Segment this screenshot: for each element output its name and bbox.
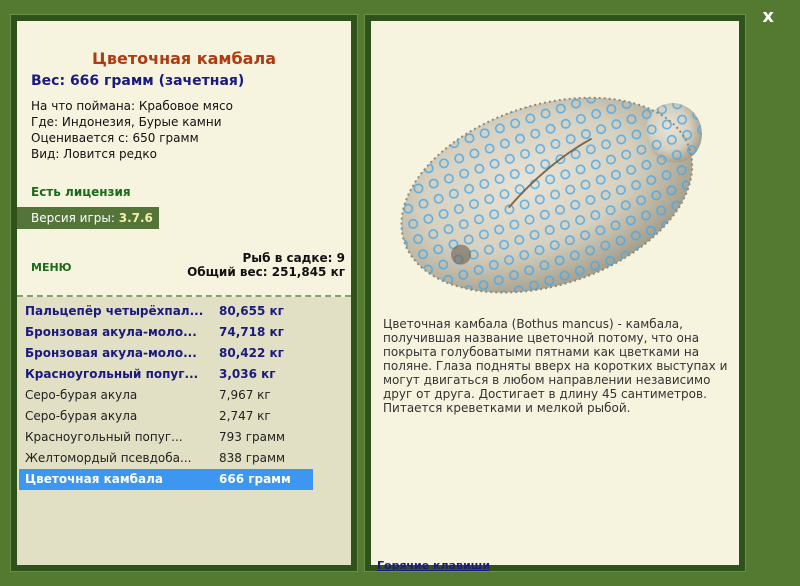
item-name: Красноугольный попуг... [25,367,199,381]
list-item[interactable]: Желтомордый псевдоба... 838 грамм [19,448,313,469]
version-value: 3.7.6 [118,211,153,225]
fish-detail-panel: Цветочная камбала (Bothus mancus) - камб… [364,14,746,572]
version-badge: Версия игры: 3.7.6 [17,207,159,229]
fish-description: Цветочная камбала (Bothus mancus) - камб… [383,317,728,415]
item-weight: 7,967 кг [219,388,271,402]
list-item[interactable]: Пальцепёр четырёхпал... 80,655 кг [19,301,313,322]
fish-bait: На что поймана: Крабовое мясо [31,99,233,113]
fish-illustration [400,96,702,294]
list-item[interactable]: Бронзовая акула-моло... 74,718 кг [19,322,313,343]
list-item[interactable]: Серо-бурая акула 2,747 кг [19,406,313,427]
fish-detail-content: Цветочная камбала (Bothus mancus) - камб… [371,21,739,572]
list-item[interactable]: Серо-бурая акула 7,967 кг [19,385,313,406]
hotkeys-link[interactable]: Горячие клавиши [377,559,490,572]
item-weight: 3,036 кг [219,367,276,381]
list-item-selected[interactable]: Цветочная камбала 666 грамм [19,469,313,490]
fish-count: Рыб в садке: 9 [242,251,346,265]
list-item[interactable]: Красноугольный попуг... 793 грамм [19,427,313,448]
fish-info-content: Цветочная камбала Вес: 666 грамм (зачетн… [17,21,351,565]
item-name: Серо-бурая акула [25,409,138,423]
menu-button[interactable]: МЕНЮ [31,261,72,274]
list-item[interactable]: Бронзовая акула-моло... 80,422 кг [19,343,313,364]
item-name: Пальцепёр четырёхпал... [25,304,204,318]
fish-info-panel: Цветочная камбала Вес: 666 грамм (зачетн… [10,14,358,572]
fish-name-title: Цветочная камбала [92,49,276,68]
fish-value: Оценивается с: 650 грамм [31,131,199,145]
item-name: Красноугольный попуг... [25,430,183,444]
item-weight: 793 грамм [219,430,286,444]
item-weight: 74,718 кг [219,325,284,339]
license-status: Есть лицензия [31,185,131,199]
total-weight: Общий вес: 251,845 кг [187,265,345,279]
close-button[interactable]: x [762,6,774,27]
item-name: Серо-бурая акула [25,388,138,402]
fish-weight: Вес: 666 грамм (зачетная) [31,73,245,89]
item-weight: 80,422 кг [219,346,284,360]
list-item[interactable]: Красноугольный попуг... 3,036 кг [19,364,313,385]
item-name: Бронзовая акула-моло... [25,346,197,360]
keepnet-stats: Рыб в садке: 9 Общий вес: 251,845 кг [187,251,345,279]
item-weight: 80,655 кг [219,304,284,318]
item-weight: 2,747 кг [219,409,271,423]
item-weight: 666 грамм [219,472,291,486]
item-name: Желтомордый псевдоба... [25,451,192,465]
version-label: Версия игры: [31,211,115,225]
item-weight: 838 грамм [219,451,286,465]
item-name: Цветочная камбала [25,472,163,486]
item-name: Бронзовая акула-моло... [25,325,197,339]
fish-rarity: Вид: Ловится редко [31,147,157,161]
fish-location: Где: Индонезия, Бурые камни [31,115,222,129]
catch-list: Пальцепёр четырёхпал... 80,655 кг Бронзо… [17,297,351,565]
